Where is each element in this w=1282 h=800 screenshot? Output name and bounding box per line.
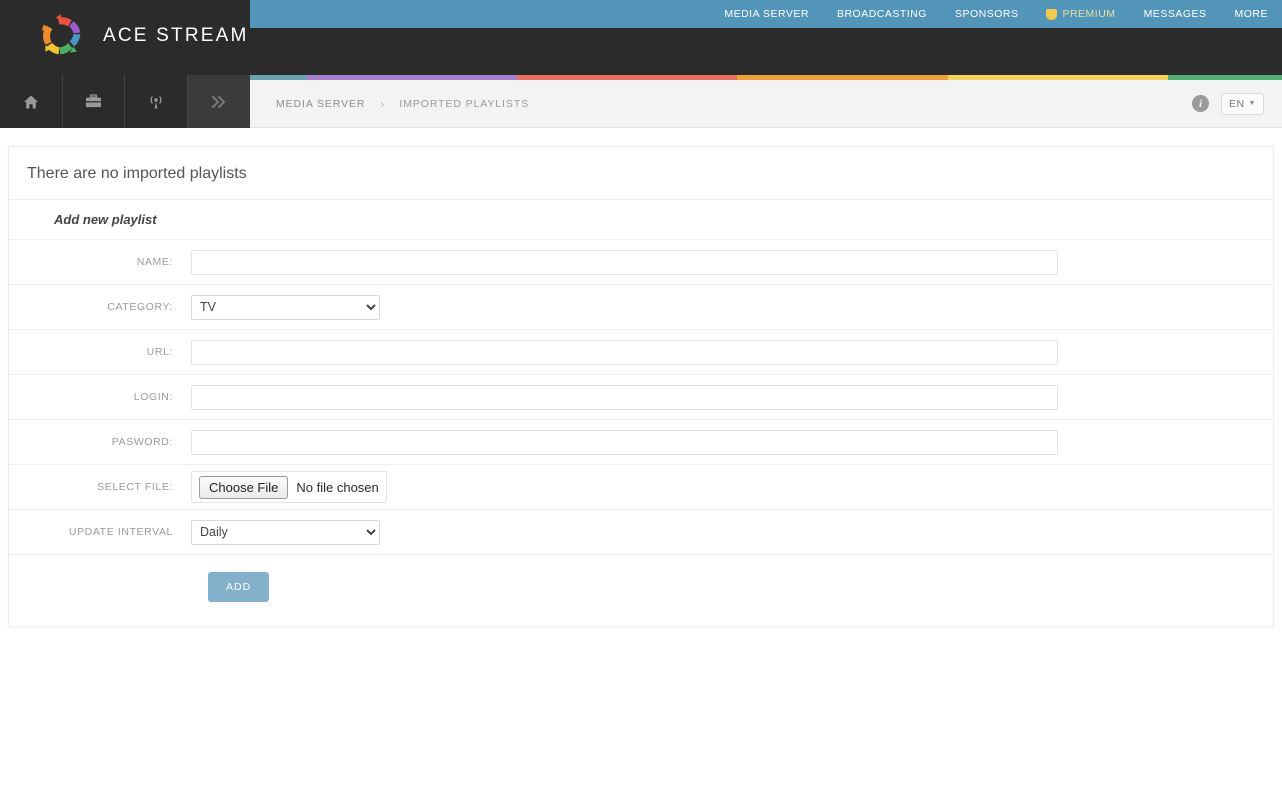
top-navigation: MEDIA SERVER BROADCASTING SPONSORS PREMI… [250, 0, 1282, 28]
label-category: CATEGORY: [107, 301, 173, 313]
antenna-icon [150, 95, 162, 108]
form-row-update-interval: UPDATE INTERVAL Daily [9, 509, 1273, 554]
section-title-add-new-playlist: Add new playlist [9, 199, 1273, 239]
chevron-down-icon: ▼ [1248, 100, 1256, 107]
file-status-text: No file chosen [296, 479, 379, 495]
label-login: LOGIN: [133, 391, 173, 403]
brand-logo[interactable]: ACE STREAM [34, 8, 249, 64]
secondary-bar: MEDIA SERVER › IMPORTED PLAYLISTS i EN ▼ [0, 75, 1282, 128]
topnav-item-media-server[interactable]: MEDIA SERVER [710, 0, 823, 28]
language-selector[interactable]: EN ▼ [1220, 92, 1264, 115]
sidebar-icon-bar [0, 75, 250, 128]
page-title: There are no imported playlists [27, 165, 247, 182]
choose-file-button[interactable]: Choose File [199, 475, 289, 499]
topnav-item-messages[interactable]: MESSAGES [1130, 0, 1221, 28]
sidebar-item-expand[interactable] [187, 75, 250, 128]
label-url: URL: [146, 346, 173, 358]
form-row-select-file: SELECT FILE: Choose File No file chosen [9, 464, 1273, 509]
ace-stream-logo-icon [41, 14, 81, 55]
app-header: MEDIA SERVER BROADCASTING SPONSORS PREMI… [0, 0, 1282, 75]
label-update-interval: UPDATE INTERVAL [68, 526, 173, 538]
breadcrumb-separator-icon: › [380, 96, 385, 111]
topnav-item-more[interactable]: MORE [1221, 0, 1282, 28]
home-icon [23, 95, 38, 108]
brand-name: ACE STREAM [103, 25, 249, 46]
topnav-item-broadcasting[interactable]: BROADCASTING [823, 0, 941, 28]
label-select-file: SELECT FILE: [97, 481, 173, 493]
name-input[interactable] [191, 249, 1058, 275]
category-select[interactable]: TV [191, 294, 380, 320]
shield-icon [1046, 8, 1058, 20]
file-picker[interactable]: Choose File No file chosen [191, 471, 387, 503]
breadcrumb-bar: MEDIA SERVER › IMPORTED PLAYLISTS i EN ▼ [250, 80, 1282, 128]
info-icon[interactable]: i [1191, 95, 1209, 112]
update-interval-select[interactable]: Daily [191, 519, 380, 545]
form-row-category: CATEGORY: TV [9, 284, 1273, 329]
form-row-name: NAME: [9, 239, 1273, 284]
briefcase-icon [85, 94, 101, 108]
login-input[interactable] [191, 384, 1058, 410]
form-actions: ADD [9, 554, 1273, 602]
url-input[interactable] [191, 339, 1058, 365]
breadcrumb-actions: i EN ▼ [1191, 92, 1264, 115]
sidebar-item-home[interactable] [0, 75, 63, 128]
label-name: NAME: [136, 256, 173, 268]
topnav-item-sponsors[interactable]: SPONSORS [941, 0, 1033, 28]
topnav-item-premium[interactable]: PREMIUM [1032, 0, 1129, 28]
imported-playlists-panel: There are no imported playlists Add new … [8, 146, 1274, 627]
label-password: PASWORD: [111, 436, 173, 448]
form-row-password: PASWORD: [9, 419, 1273, 464]
add-button[interactable]: ADD [208, 572, 270, 602]
form-row-url: URL: [9, 329, 1273, 374]
form-row-login: LOGIN: [9, 374, 1273, 419]
sidebar-item-broadcasting[interactable] [125, 75, 188, 128]
language-selector-label: EN [1228, 97, 1245, 110]
breadcrumb-item-media-server[interactable]: MEDIA SERVER [276, 98, 365, 110]
breadcrumb-item-imported-playlists: IMPORTED PLAYLISTS [399, 97, 529, 110]
sidebar-item-media-server[interactable] [63, 75, 125, 128]
double-chevron-right-icon [211, 95, 225, 108]
topnav-item-premium-label: PREMIUM [1062, 8, 1116, 20]
page-body: There are no imported playlists Add new … [0, 128, 1282, 627]
password-input[interactable] [191, 429, 1058, 455]
